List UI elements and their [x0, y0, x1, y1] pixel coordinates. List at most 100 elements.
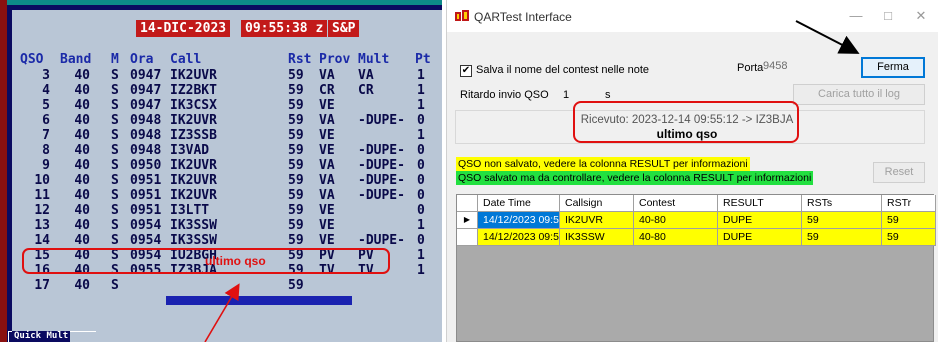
header-prov: Prov — [319, 52, 351, 67]
reset-button[interactable]: Reset — [873, 162, 925, 183]
log-row[interactable]: 11 40 S 0951 IK2UVR 59 VA -DUPE- 0 — [12, 188, 442, 204]
log-cell-prov — [319, 278, 349, 294]
log-cell-rst: 59 — [288, 68, 304, 83]
log-cell-prov: VA — [319, 68, 335, 83]
title-bar[interactable]: QARTest Interface — □ ✕ — [447, 0, 938, 32]
log-cell-pt: 1 — [417, 263, 425, 278]
grid-header-date-time[interactable]: Date Time — [478, 195, 560, 212]
log-row[interactable]: 13 40 S 0954 IK3SSW 59 VE 1 — [12, 218, 442, 234]
log-cell-prov: VE — [319, 218, 335, 233]
log-row[interactable]: 7 40 S 0948 IZ3SSB 59 VE 1 — [12, 128, 442, 144]
log-row[interactable]: 5 40 S 0947 IK3CSX 59 VE 1 — [12, 98, 442, 114]
save-contest-name-checkbox[interactable]: ✔ — [460, 65, 472, 77]
log-cell-mult — [358, 278, 414, 294]
log-cell-m: S — [111, 173, 119, 188]
grid-cell[interactable]: 59 — [882, 212, 936, 229]
log-cell-m: S — [111, 188, 119, 203]
log-cell-call: IK3CSX — [170, 98, 217, 113]
log-column-headers: QSO Band M Ora Call Rst Prov Mult Pt — [12, 52, 442, 68]
log-cell-band: 40 — [74, 83, 90, 98]
log-cell-call: IK2UVR — [170, 173, 217, 188]
close-button[interactable]: ✕ — [911, 8, 931, 24]
grid-cell[interactable]: 14/12/2023 09:54 — [478, 229, 560, 246]
log-row[interactable]: 4 40 S 0947 IZ2BKT 59 CR CR 1 — [12, 83, 442, 99]
grid-cell[interactable]: 40-80 — [634, 212, 718, 229]
grid-row-header[interactable]: ▶ — [457, 212, 478, 229]
port-input[interactable]: 9458 — [760, 58, 806, 76]
log-cell-band: 40 — [74, 188, 90, 203]
qso-grid[interactable]: Date Time Callsign Contest RESULT RSTs RSTr ▶ 1… — [456, 194, 936, 342]
log-row[interactable]: 6 40 S 0948 IK2UVR 59 VA -DUPE- 0 — [12, 113, 442, 129]
qartest-window: QARTest Interface — □ ✕ ✔ Salva il nome … — [446, 0, 938, 342]
log-cell-pt: 0 — [417, 233, 425, 248]
qso-delay-label: Ritardo invio QSO — [460, 89, 549, 101]
grid-cell[interactable]: DUPE — [718, 229, 802, 246]
log-row[interactable]: 12 40 S 0951 I3LTT 59 VE 0 — [12, 203, 442, 219]
dos-log-screen: 14-DIC-2023 09:55:38 z S&P QSO Band M Or… — [12, 10, 442, 342]
log-cell-m: S — [111, 113, 119, 128]
log-cell-call — [170, 278, 250, 294]
log-cell-pt: 1 — [417, 218, 425, 233]
log-cell-ora: 0948 — [130, 143, 162, 158]
log-row[interactable]: 17 40 S 59 — [12, 278, 442, 294]
header-call: Call — [170, 52, 202, 67]
log-cell-m: S — [111, 83, 119, 98]
log-cell-ora: 0947 — [130, 68, 162, 83]
grid-header-rsts[interactable]: RSTs — [802, 195, 882, 212]
call-entry-field[interactable] — [166, 296, 352, 305]
save-contest-name-label: Salva il nome del contest nelle note — [476, 64, 650, 76]
qso-delay-input[interactable]: 1 — [563, 89, 569, 101]
log-cell-m: S — [111, 158, 119, 173]
grid-cell[interactable]: IK3SSW — [560, 229, 634, 246]
grid-cell[interactable]: 59 — [802, 229, 882, 246]
log-cell-qso: 13 — [34, 218, 50, 233]
grid-cell[interactable]: IK2UVR — [560, 212, 634, 229]
grid-cell[interactable]: 14/12/2023 09:51 — [478, 212, 560, 229]
log-cell-qso: 8 — [42, 143, 50, 158]
log-cell-mult: VA — [358, 68, 374, 83]
log-cell-mult: -DUPE- — [358, 188, 405, 203]
window-title: QARTest Interface — [474, 10, 572, 24]
header-mult: Mult — [358, 52, 390, 67]
log-row[interactable]: 9 40 S 0950 IK2UVR 59 VA -DUPE- 0 — [12, 158, 442, 174]
grid-header-callsign[interactable]: Callsign — [560, 195, 634, 212]
log-cell-mult — [358, 218, 414, 234]
log-cell-call: I3VAD — [170, 143, 210, 158]
grid-header-contest[interactable]: Contest — [634, 195, 718, 212]
log-cell-rst: 59 — [288, 158, 304, 173]
log-row[interactable]: 8 40 S 0948 I3VAD 59 VE -DUPE- 0 — [12, 143, 442, 159]
log-cell-qso: 17 — [34, 278, 50, 293]
log-cell-qso: 12 — [34, 203, 50, 218]
stop-button[interactable]: Ferma — [861, 57, 925, 78]
log-cell-ora: 0947 — [130, 98, 162, 113]
log-cell-prov: VE — [319, 143, 335, 158]
maximize-button[interactable]: □ — [878, 8, 898, 24]
log-row[interactable]: 14 40 S 0954 IK3SSW 59 VE -DUPE- 0 — [12, 233, 442, 249]
log-cell-qso: 14 — [34, 233, 50, 248]
grid-row-header[interactable] — [457, 229, 478, 246]
log-cell-pt: 0 — [417, 143, 425, 158]
grid-cell[interactable]: 59 — [802, 212, 882, 229]
log-cell-pt: 0 — [417, 113, 425, 128]
header-qso: QSO — [20, 52, 44, 67]
log-row[interactable]: 3 40 S 0947 IK2UVR 59 VA VA 1 — [12, 68, 442, 84]
grid-cell[interactable]: 40-80 — [634, 229, 718, 246]
log-cell-ora: 0948 — [130, 113, 162, 128]
log-cell-pt: 0 — [417, 158, 425, 173]
grid-cell[interactable]: DUPE — [718, 212, 802, 229]
log-time: 09:55:38 z — [241, 20, 328, 37]
log-cell-rst: 59 — [288, 128, 304, 143]
minimize-button[interactable]: — — [846, 8, 866, 24]
log-row[interactable]: 10 40 S 0951 IK2UVR 59 VA -DUPE- 0 — [12, 173, 442, 189]
log-cell-band: 40 — [74, 278, 90, 293]
grid-header-rstr[interactable]: RSTr — [882, 195, 936, 212]
log-date: 14-DIC-2023 — [136, 20, 231, 37]
log-cell-pt: 0 — [417, 203, 425, 218]
last-qso-annotation: ultimo qso — [205, 254, 266, 268]
grid-header-result[interactable]: RESULT — [718, 195, 802, 212]
load-full-log-button[interactable]: Carica tutto il log — [793, 84, 925, 105]
received-highlight — [573, 101, 799, 143]
log-cell-call: IK2UVR — [170, 158, 217, 173]
header-m: M — [111, 52, 119, 67]
grid-cell[interactable]: 59 — [882, 229, 936, 246]
